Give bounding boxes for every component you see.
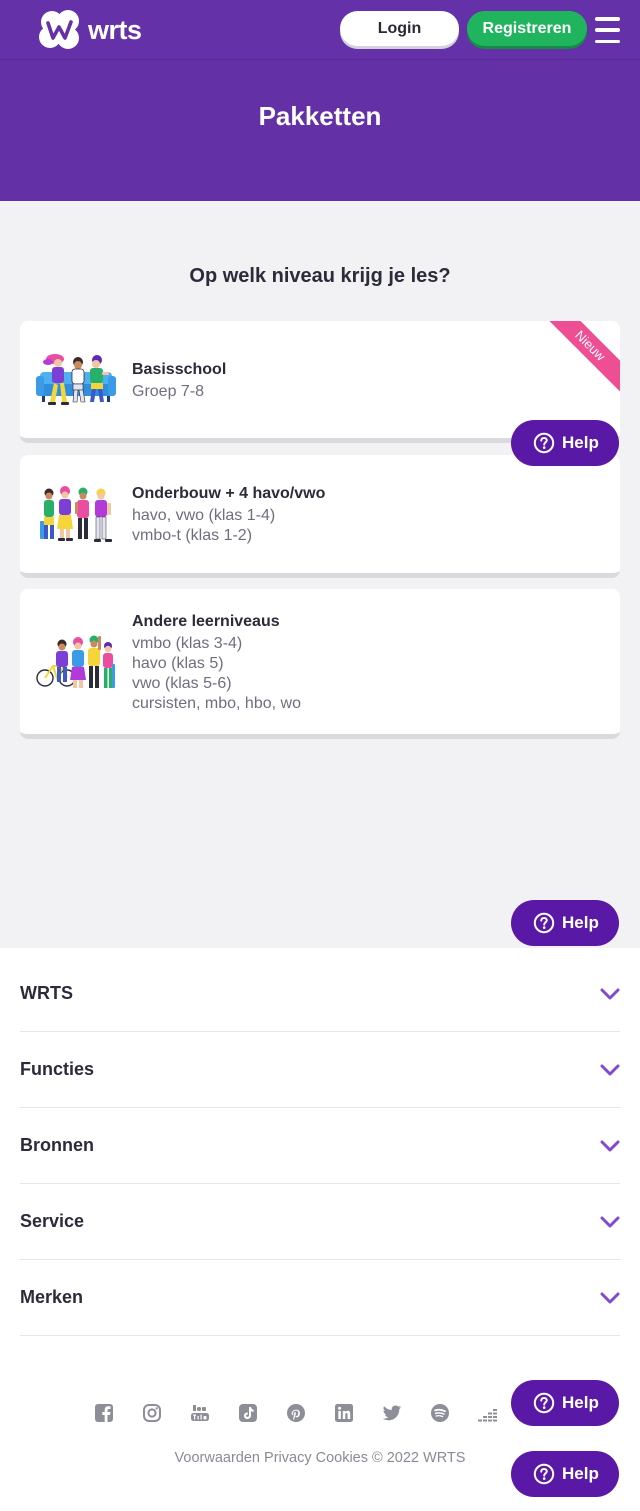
instagram-icon[interactable] [142,1403,162,1423]
students-with-bike-illustration [36,634,116,690]
chevron-down-icon [600,1064,620,1075]
deezer-icon[interactable] [478,1403,498,1423]
question-circle-icon [533,912,555,934]
wrts-logo-icon [39,10,79,49]
accordion-wrts[interactable]: WRTS [20,956,620,1032]
card-detail: cursisten, mbo, hbo, wo [132,694,301,712]
help-label: Help [562,1464,599,1483]
hero-banner: Pakketten [0,60,640,201]
linkedin-icon[interactable] [334,1403,354,1423]
card-text: Andere leerniveaus vmbo (klas 3-4) havo … [132,610,301,714]
twitter-icon[interactable] [382,1403,402,1423]
tiktok-icon[interactable] [238,1403,258,1423]
card-detail: vmbo (klas 3-4) [132,634,243,652]
card-title: Andere leerniveaus [132,612,280,630]
help-label: Help [562,913,599,932]
spotify-icon[interactable] [430,1403,450,1423]
card-title: Basisschool [132,360,227,378]
help-button[interactable]: Help [511,1451,619,1497]
accordion-label: Functies [20,1059,95,1079]
question-circle-icon [533,1392,555,1414]
page-title: Pakketten [258,101,382,131]
level-question: Op welk niveau krijg je les? [189,265,451,287]
wrts-logo[interactable]: wrts [38,9,142,51]
accordion-bronnen[interactable]: Bronnen [20,1108,620,1184]
question-circle-icon [533,1463,555,1485]
level-selection: Op welk niveau krijg je les? Basisschool… [0,201,640,948]
accordion-label: WRTS [20,983,73,1003]
help-label: Help [562,1393,599,1412]
accordion-functies[interactable]: Functies [20,1032,620,1108]
menu-bar [595,39,620,43]
new-badge: Nieuw [539,321,620,397]
card-detail: havo, vwo (klas 1-4) [132,507,276,524]
help-button[interactable]: Help [511,900,619,946]
card-detail: havo (klas 5) [132,654,224,672]
students-on-sofa-illustration [36,352,116,408]
copyright-text: © 2022 WRTS [372,1450,466,1466]
card-detail: Groep 7-8 [132,382,205,400]
accordion-label: Bronnen [20,1135,94,1155]
accordion-label: Service [20,1211,85,1231]
level-card-onderbouw[interactable]: Onderbouw + 4 havo/vwo havo, vwo (klas 1… [20,455,620,578]
login-button[interactable]: Login [340,11,459,46]
chevron-down-icon [600,988,620,999]
accordion-merken[interactable]: Merken [20,1260,620,1336]
question-circle-icon [533,432,555,454]
chevron-down-icon [600,1140,620,1151]
card-text: Basisschool Groep 7-8 [132,358,226,402]
top-navigation: wrts Login Registreren [0,0,640,60]
pinterest-icon[interactable] [286,1403,306,1423]
logo-text: wrts [88,15,142,45]
menu-bar [595,17,620,21]
card-detail: vwo (klas 5-6) [132,674,232,692]
menu-bar [595,28,620,32]
accordion-label: Merken [20,1287,84,1307]
help-label: Help [562,433,599,452]
chevron-down-icon [600,1216,620,1227]
facebook-icon[interactable] [94,1403,114,1423]
card-text: Onderbouw + 4 havo/vwo havo, vwo (klas 1… [132,482,325,546]
youtube-icon[interactable] [190,1403,210,1423]
card-detail: vmbo-t (klas 1-2) [132,527,253,544]
terms-link[interactable]: Voorwaarden [175,1450,260,1466]
standing-students-illustration [36,485,116,543]
chevron-down-icon [600,1292,620,1303]
register-button[interactable]: Registreren [467,11,587,46]
help-button[interactable]: Help [511,420,619,466]
privacy-link[interactable]: Privacy [264,1450,312,1466]
help-button[interactable]: Help [511,1380,619,1426]
hamburger-menu-icon[interactable] [595,17,620,43]
level-card-andere[interactable]: Andere leerniveaus vmbo (klas 3-4) havo … [20,589,620,739]
accordion-service[interactable]: Service [20,1184,620,1260]
card-title: Onderbouw + 4 havo/vwo [132,485,326,502]
cookies-link[interactable]: Cookies [316,1450,368,1466]
level-card-list: Basisschool Groep 7-8 Nieuw Onderbouw + … [0,321,640,739]
